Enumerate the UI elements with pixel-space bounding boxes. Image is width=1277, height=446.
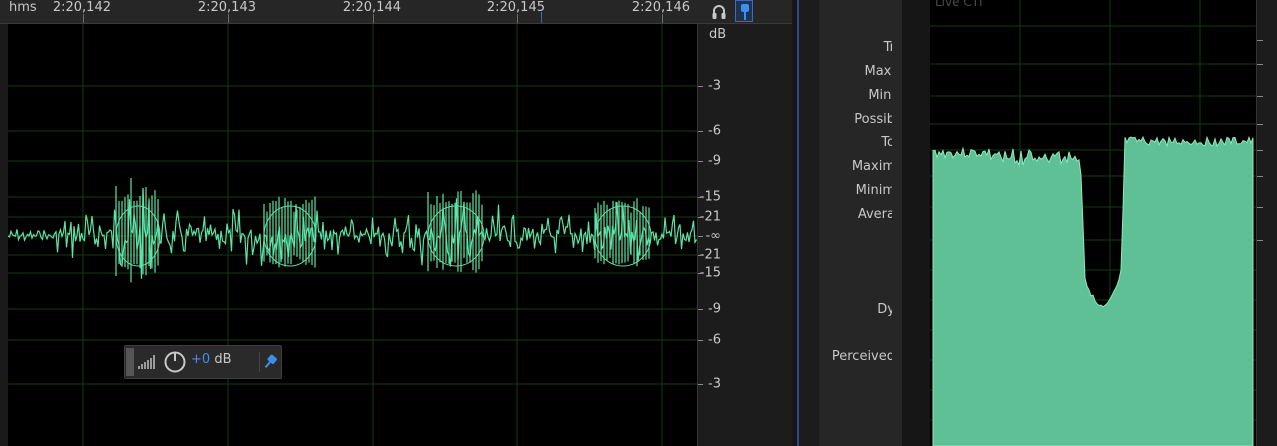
time-format-label[interactable]: hms bbox=[9, 0, 37, 15]
ruler-tick-label: 2:20,146 bbox=[631, 0, 690, 15]
scale-toolbar bbox=[697, 0, 792, 24]
level-meter-icon bbox=[138, 355, 155, 369]
histogram-canvas bbox=[930, 0, 1256, 446]
waveform-canvas[interactable] bbox=[8, 24, 697, 446]
stat-label: I bbox=[891, 254, 892, 269]
stat-label: Maxim bbox=[851, 159, 892, 174]
stat-label: To bbox=[881, 135, 892, 150]
amplitude-unit-label: dB bbox=[709, 27, 727, 42]
histogram-display[interactable]: Live CTI bbox=[930, 0, 1256, 446]
time-ruler[interactable]: hms 2:20,142 2:20,143 2:20,144 2:20,145 … bbox=[0, 0, 697, 24]
ruler-tick-label: 2:20,144 bbox=[342, 0, 401, 15]
hud-drag-handle[interactable] bbox=[126, 348, 134, 376]
pin-icon bbox=[741, 4, 749, 20]
hud-gain-readout[interactable]: +0 dB bbox=[191, 352, 231, 367]
stat-label: Mini bbox=[868, 88, 892, 103]
stat-label: Perceived bbox=[831, 349, 892, 364]
pin-button[interactable] bbox=[735, 0, 753, 22]
ruler-tick-label: 2:20,145 bbox=[486, 0, 545, 15]
waveform-display[interactable] bbox=[8, 24, 697, 446]
stat-label: Tr bbox=[883, 40, 892, 55]
amplitude-statistics-panel: Tr Maxi Mini Possib To Maxim Minim Avera… bbox=[799, 0, 902, 446]
amplitude-tick-label: -6 bbox=[708, 123, 721, 139]
amplitude-ruler[interactable]: dB -3 -6 -9 -15 -21 -∞ -21 -15 -9 -6 -3 bbox=[697, 24, 793, 446]
playhead-marker[interactable] bbox=[541, 12, 542, 23]
histogram-scale[interactable] bbox=[1256, 0, 1277, 446]
volume-knob-icon[interactable] bbox=[163, 350, 187, 374]
amplitude-tick-label: -6 bbox=[708, 332, 721, 348]
headphones-icon[interactable] bbox=[711, 3, 727, 20]
amplitude-tick-label: -∞ bbox=[705, 228, 721, 244]
amplitude-tick-label: -9 bbox=[708, 153, 721, 169]
volume-hud[interactable]: +0 dB bbox=[124, 345, 282, 379]
stat-label: Maxi bbox=[864, 64, 893, 79]
histogram-title: Live CTI bbox=[935, 0, 983, 9]
panel-divider[interactable] bbox=[902, 0, 931, 446]
stat-label: Avera bbox=[857, 207, 892, 222]
hud-gain-value[interactable]: +0 bbox=[191, 352, 210, 367]
amplitude-tick-label: -3 bbox=[708, 78, 721, 94]
pin-icon[interactable] bbox=[263, 354, 277, 370]
amplitude-tick-label: -9 bbox=[708, 301, 721, 317]
ruler-tick-label: 2:20,142 bbox=[52, 0, 111, 15]
amplitude-tick-label: -3 bbox=[708, 376, 721, 392]
stat-label: Minim bbox=[855, 183, 892, 198]
stat-label: Possib bbox=[854, 112, 892, 127]
hud-gain-unit: dB bbox=[214, 352, 232, 367]
ruler-tick-label: 2:20,143 bbox=[197, 0, 256, 15]
stat-label: Dy bbox=[877, 302, 892, 317]
